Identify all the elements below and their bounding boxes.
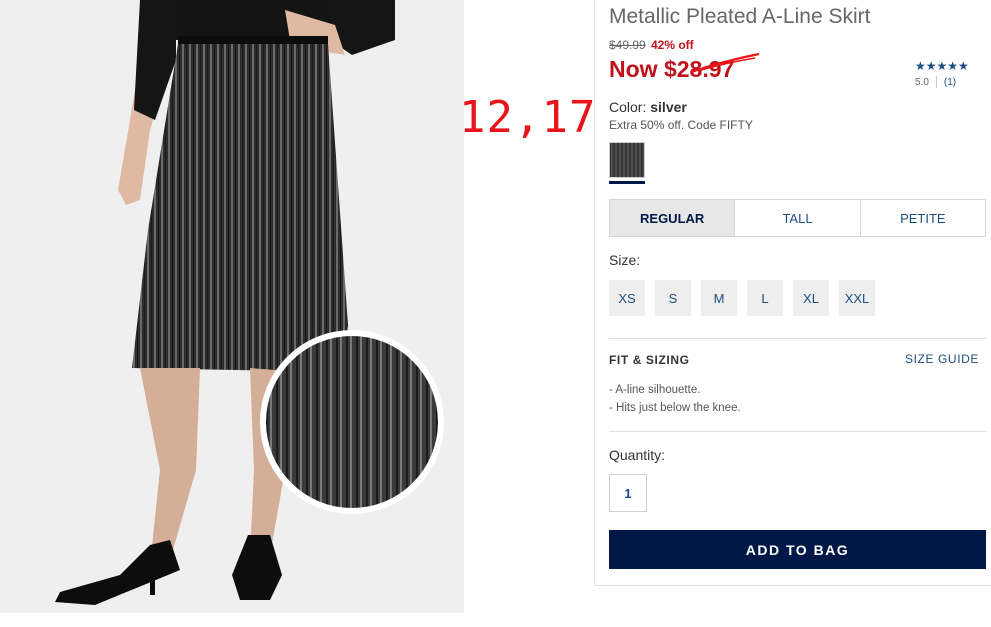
size-guide-link[interactable]: SIZE GUIDE (905, 352, 979, 366)
color-value: silver (650, 99, 687, 115)
size-s-button[interactable]: S (655, 280, 691, 316)
promo-text: Extra 50% off. Code FIFTY (609, 118, 753, 132)
product-details-panel: Metallic Pleated A-Line Skirt $49.99 42%… (594, 0, 991, 586)
color-swatch-silver[interactable] (609, 142, 645, 178)
original-price: $49.99 (609, 38, 646, 52)
size-xs-button[interactable]: XS (609, 280, 645, 316)
size-l-button[interactable]: L (747, 280, 783, 316)
tab-tall[interactable]: TALL (735, 200, 861, 236)
red-strike-mark (690, 52, 760, 74)
list-item: - A-line silhouette. (609, 384, 701, 396)
size-m-button[interactable]: M (701, 280, 737, 316)
color-label: Color: silver (609, 99, 687, 115)
handwritten-annotation: 12,17 (459, 92, 597, 143)
quantity-input[interactable]: 1 (609, 474, 647, 512)
model-photo-illustration (55, 0, 444, 605)
size-options: XS S M L XL XXL (609, 280, 885, 316)
product-rating[interactable]: ★★★★★ 5.0 (1) (915, 59, 985, 88)
star-rating-icon: ★★★★★ (915, 59, 969, 73)
quantity-label: Quantity: (609, 447, 666, 463)
add-to-bag-button[interactable]: ADD TO BAG (609, 530, 986, 569)
size-label: Size: (609, 252, 641, 268)
review-count-link[interactable]: (1) (944, 77, 956, 88)
product-title: Metallic Pleated A-Line Skirt (609, 5, 871, 28)
swatch-selected-indicator (609, 181, 645, 184)
list-item: - Hits just below the knee. (609, 402, 741, 414)
size-xl-button[interactable]: XL (793, 280, 829, 316)
rating-score: 5.0 (915, 76, 929, 88)
section-divider (609, 338, 986, 339)
fit-tabs: REGULAR TALL PETITE (609, 199, 986, 237)
tab-regular[interactable]: REGULAR (610, 200, 736, 236)
size-xxl-button[interactable]: XXL (839, 280, 875, 316)
section-divider (609, 431, 986, 432)
fit-details-list: - A-line silhouette. - Hits just below t… (609, 381, 741, 417)
discount-badge: 42% off (651, 38, 694, 52)
product-image[interactable] (0, 0, 464, 613)
divider (935, 76, 937, 88)
tab-petite[interactable]: PETITE (860, 200, 985, 236)
fit-sizing-heading: FIT & SIZING (609, 353, 690, 367)
color-label-text: Color: (609, 99, 647, 115)
